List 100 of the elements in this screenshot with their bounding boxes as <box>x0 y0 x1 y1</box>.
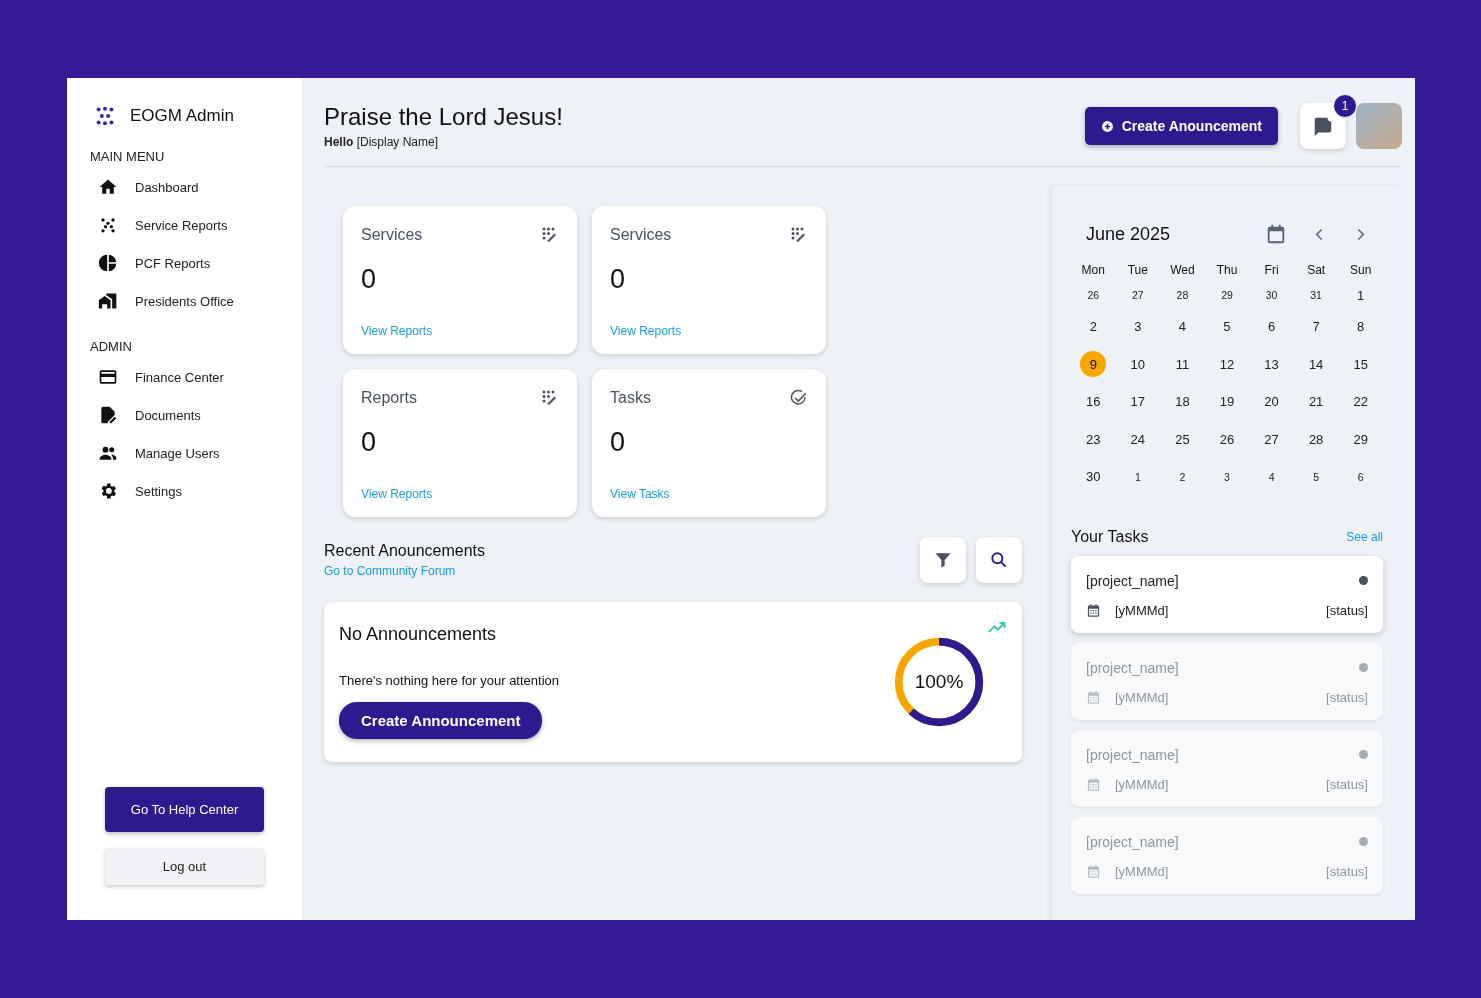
home-icon <box>98 177 118 197</box>
weekday-label: Thu <box>1215 262 1239 279</box>
task-status: [status] <box>1326 864 1368 879</box>
dots-pen-icon <box>790 226 808 244</box>
calendar-icon[interactable] <box>1265 223 1287 245</box>
calendar-day[interactable]: 1 <box>1347 282 1374 308</box>
dots-icon <box>98 215 118 235</box>
calendar-day[interactable]: 9 <box>1080 351 1107 378</box>
building-icon <box>98 291 118 311</box>
task-status: [status] <box>1326 603 1368 618</box>
calendar-day[interactable]: 30 <box>1258 282 1285 308</box>
help-center-button[interactable]: Go To Help Center <box>105 787 264 832</box>
sidebar-item[interactable]: Finance Center <box>98 358 302 396</box>
create-announcement-button[interactable]: Create Announcement <box>339 702 543 739</box>
calendar-day[interactable]: 24 <box>1124 426 1151 453</box>
weekday-label: Mon <box>1080 262 1106 279</box>
calendar-day[interactable]: 28 <box>1303 426 1330 453</box>
calendar-day[interactable]: 14 <box>1303 351 1330 378</box>
task-date: [yMMMd] <box>1115 603 1170 618</box>
calendar-day[interactable]: 31 <box>1303 282 1330 308</box>
calendar-day[interactable]: 30 <box>1080 463 1107 490</box>
calendar-day[interactable]: 2 <box>1080 313 1107 340</box>
calendar-day[interactable]: 3 <box>1124 313 1151 340</box>
calendar-day[interactable]: 29 <box>1214 282 1240 308</box>
section-title: Your Tasks <box>1071 527 1149 546</box>
plus-circle-icon <box>1100 119 1114 133</box>
weekday-label: Tue <box>1126 262 1149 279</box>
sidebar-item[interactable]: Settings <box>98 472 302 510</box>
calendar-day[interactable]: 3 <box>1214 463 1240 490</box>
weekday-label: Sun <box>1349 262 1373 279</box>
calendar-icon <box>1086 603 1101 618</box>
calendar-day[interactable]: 27 <box>1124 282 1151 308</box>
page-title: Praise the Lord Jesus! <box>324 103 564 131</box>
filter-button[interactable] <box>920 537 966 583</box>
create-anouncement-button[interactable]: Create Anouncement <box>1084 107 1278 145</box>
calendar-day[interactable]: 17 <box>1124 388 1151 415</box>
task-date: [yMMMd] <box>1115 864 1170 879</box>
calendar-day[interactable]: 6 <box>1347 463 1374 490</box>
calendar-day[interactable]: 27 <box>1258 426 1285 453</box>
calendar-day[interactable]: 25 <box>1169 426 1196 453</box>
calendar-day[interactable]: 1 <box>1124 463 1151 490</box>
sidebar-item[interactable]: Presidents Office <box>98 282 302 320</box>
sidebar-item[interactable]: Manage Users <box>98 434 302 472</box>
sidebar-item[interactable]: Dashboard <box>98 168 302 206</box>
calendar-day[interactable]: 12 <box>1214 351 1240 378</box>
calendar-day[interactable]: 20 <box>1258 388 1285 415</box>
card-title: Services <box>610 226 672 244</box>
card-title: Tasks <box>610 389 651 407</box>
calendar-day[interactable]: 5 <box>1303 463 1330 490</box>
sidebar-item[interactable]: Documents <box>98 396 302 434</box>
search-button[interactable] <box>976 537 1022 583</box>
calendar-day[interactable]: 16 <box>1080 388 1107 415</box>
empty-message: There's nothing here for your attention <box>339 673 559 688</box>
calendar-day[interactable]: 26 <box>1214 426 1240 453</box>
calendar-icon <box>1086 777 1101 792</box>
calendar-day[interactable]: 13 <box>1258 351 1285 378</box>
sidebar-item[interactable]: Service Reports <box>98 206 302 244</box>
calendar-day[interactable]: 6 <box>1258 313 1285 340</box>
calendar-day[interactable]: 4 <box>1258 463 1285 490</box>
task-card[interactable]: [project_name] [yMMMd] [status] <box>1071 555 1383 633</box>
calendar-day[interactable]: 18 <box>1169 388 1196 415</box>
calendar-day[interactable]: 22 <box>1347 388 1374 415</box>
project-name: [project_name] <box>1086 833 1180 850</box>
weekday-label: Wed <box>1169 262 1196 279</box>
filter-icon <box>933 550 953 570</box>
task-status: [status] <box>1326 777 1368 792</box>
calendar-day[interactable]: 7 <box>1303 313 1330 340</box>
calendar-day[interactable]: 4 <box>1169 313 1196 340</box>
calendar-day[interactable]: 5 <box>1214 313 1240 340</box>
card-value: 0 <box>610 427 627 458</box>
calendar-day[interactable]: 26 <box>1080 282 1107 308</box>
greeting-text: Hello [Display Name] <box>324 135 440 149</box>
calendar-day[interactable]: 2 <box>1169 463 1196 490</box>
calendar-icon <box>1086 690 1101 705</box>
status-dot <box>1359 750 1368 759</box>
calendar-day[interactable]: 8 <box>1347 313 1374 340</box>
calendar-day[interactable]: 23 <box>1080 426 1107 453</box>
status-dot <box>1359 837 1368 846</box>
messages-button[interactable] <box>1300 103 1346 149</box>
chat-icon <box>1312 115 1334 137</box>
calendar-day[interactable]: 21 <box>1303 388 1330 415</box>
task-date: [yMMMd] <box>1115 690 1170 705</box>
calendar-day[interactable]: 10 <box>1124 351 1151 378</box>
calendar-day[interactable]: 19 <box>1214 388 1240 415</box>
section-heading: ADMIN <box>90 338 133 356</box>
card-title: Reports <box>361 389 418 407</box>
calendar-icon <box>1086 864 1101 879</box>
weekday-label: Sat <box>1306 262 1327 279</box>
card-value: 0 <box>610 264 627 295</box>
calendar-day[interactable]: 29 <box>1347 426 1374 453</box>
section-title: Recent Anouncements <box>324 542 486 560</box>
logout-button[interactable]: Log out <box>105 848 264 885</box>
sidebar-item[interactable]: PCF Reports <box>98 244 302 282</box>
calendar-day[interactable]: 15 <box>1347 351 1374 378</box>
weekday-label: Fri <box>1263 262 1280 279</box>
calendar-day[interactable]: 11 <box>1169 351 1196 378</box>
pie-chart-icon <box>98 253 118 273</box>
document-edit-icon <box>98 405 118 425</box>
status-dot <box>1359 663 1368 672</box>
calendar-day[interactable]: 28 <box>1169 282 1196 308</box>
